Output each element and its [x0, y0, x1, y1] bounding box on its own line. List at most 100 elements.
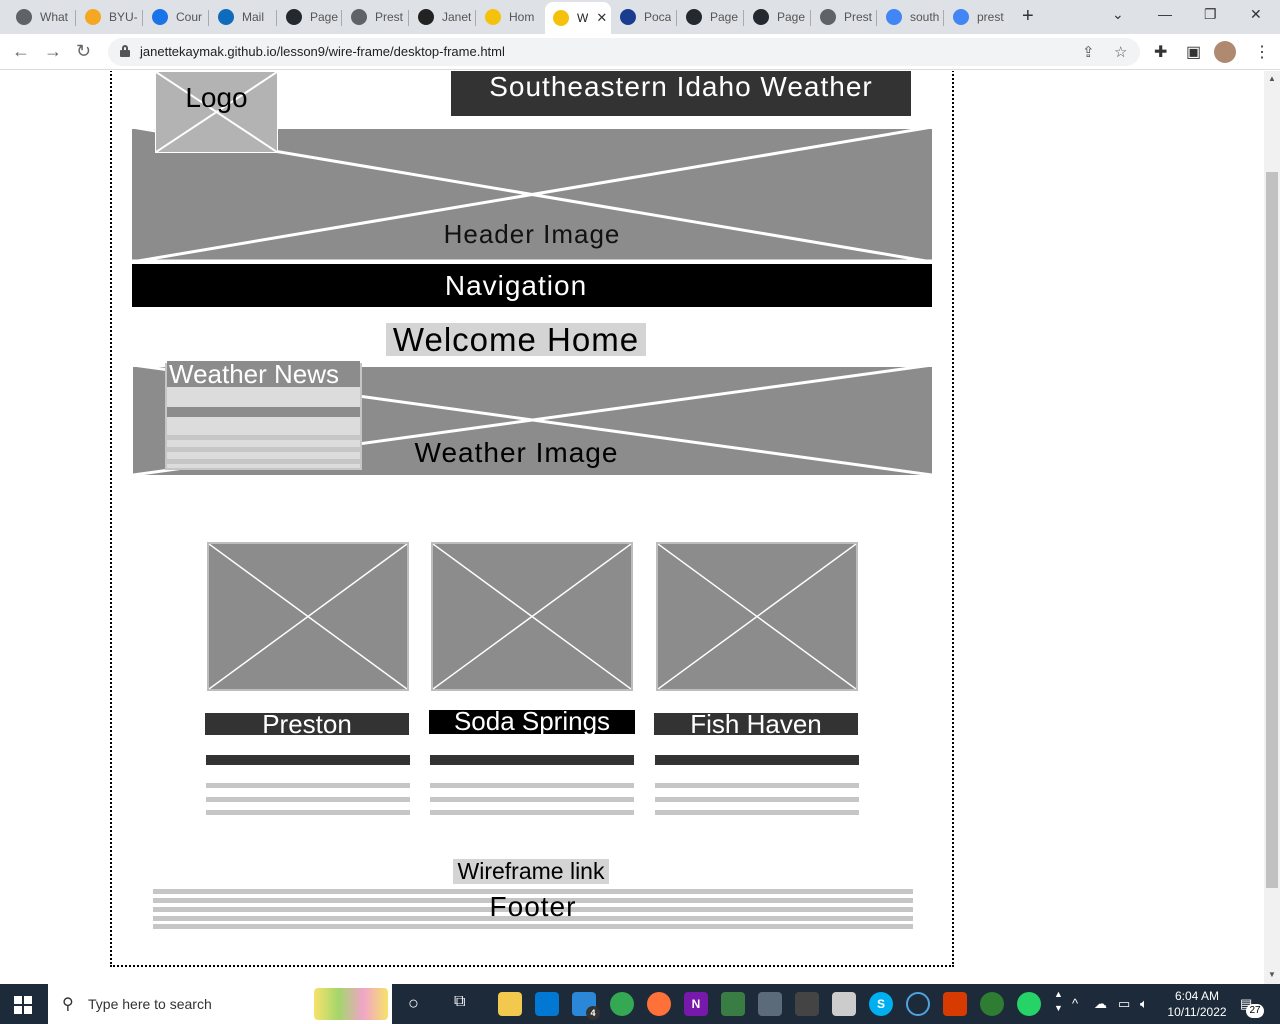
scroll-up-arrow-icon[interactable]: ▲ — [1268, 74, 1276, 83]
tab-separator — [475, 10, 476, 26]
file-explorer-icon[interactable] — [498, 992, 522, 1016]
byu-icon — [85, 9, 101, 25]
browser-tab[interactable]: prest — [945, 4, 1011, 30]
page-viewport: Header Image Logo Southeastern Idaho Wea… — [0, 71, 1264, 984]
town-image-placeholder — [207, 542, 409, 691]
weather-icon — [485, 9, 501, 25]
browser-tab[interactable]: BYU- — [77, 4, 143, 30]
tab-separator — [876, 10, 877, 26]
google-icon — [953, 9, 969, 25]
text-placeholder-line — [655, 810, 859, 815]
browser-tab[interactable]: Prest — [812, 4, 878, 30]
text-placeholder-line — [206, 797, 410, 802]
task-view-icon[interactable]: ⧉ — [454, 993, 465, 1011]
chrome-icon — [16, 9, 32, 25]
new-tab-button[interactable]: + — [1022, 6, 1034, 26]
tab-separator — [75, 10, 76, 26]
browser-tab[interactable]: W ✕ — [545, 2, 611, 34]
search-highlight-image — [314, 988, 388, 1020]
office-icon[interactable] — [943, 992, 967, 1016]
tab-separator — [810, 10, 811, 26]
onedrive-icon[interactable]: ☁ — [1094, 996, 1107, 1012]
tab-separator — [208, 10, 209, 26]
browser-tab[interactable]: What — [8, 4, 74, 30]
welcome-heading-box: Welcome Home — [386, 321, 646, 358]
extensions-icon[interactable]: ✚ — [1154, 42, 1167, 62]
mail-icon[interactable]: 4 — [572, 992, 600, 1020]
address-bar[interactable]: janettekaymak.github.io/lesson9/wire-fra… — [108, 38, 1140, 66]
browser-tab-label: Page — [310, 10, 339, 24]
browser-tab[interactable]: south — [878, 4, 944, 30]
town-title: Fish Haven — [690, 709, 822, 739]
minimize-button[interactable]: — — [1158, 6, 1172, 22]
wireframe-link-label[interactable]: Wireframe link — [453, 858, 609, 885]
scrollbar-thumb[interactable] — [1266, 172, 1278, 888]
show-hidden-icons-icon[interactable]: ^ — [1072, 996, 1078, 1011]
town-title: Preston — [262, 709, 352, 739]
volume-icon[interactable]: 🔈︎ — [1140, 996, 1148, 1012]
page-scrollbar[interactable]: ▲ ▼ — [1264, 71, 1280, 984]
spreadsheet-icon[interactable] — [721, 992, 745, 1016]
back-button[interactable]: ← — [12, 41, 30, 61]
browser-tab[interactable]: Cour — [144, 4, 210, 30]
globe-icon — [351, 9, 367, 25]
whatsapp-icon[interactable] — [1017, 992, 1041, 1016]
browser-tab[interactable]: Page — [678, 4, 744, 30]
navigation-bar[interactable]: Navigation — [132, 264, 932, 307]
url-text[interactable]: janettekaymak.github.io/lesson9/wire-fra… — [140, 44, 505, 59]
tab-search-chevron-icon[interactable]: ⌄ — [1112, 6, 1124, 23]
skype-icon[interactable]: S — [869, 992, 893, 1016]
browser-tab-label: Prest — [844, 10, 873, 24]
paint-icon[interactable] — [832, 992, 856, 1016]
browser-tab-label: Prest — [375, 10, 404, 24]
browser-tab[interactable]: Janet — [410, 4, 476, 30]
taskbar-search[interactable]: ⚲ Type here to search — [48, 984, 392, 1024]
wireframe-link[interactable]: Wireframe link — [453, 858, 609, 885]
reload-button[interactable]: ↻ — [76, 41, 91, 61]
close-window-button[interactable]: ✕ — [1250, 6, 1262, 23]
bookmark-star-icon[interactable]: ☆ — [1114, 43, 1127, 61]
text-placeholder-line — [167, 447, 360, 452]
clock-date: 10/11/2022 — [1167, 1005, 1227, 1019]
taskbar-clock[interactable]: 6:04 AM 10/11/2022 — [1160, 988, 1234, 1020]
browser-tab[interactable]: Page — [745, 4, 811, 30]
town-title: Soda Springs — [453, 706, 611, 736]
onenote-icon[interactable]: N — [684, 992, 708, 1016]
phone-icon[interactable] — [795, 992, 819, 1016]
text-placeholder-bar — [655, 755, 859, 765]
browser-tab[interactable]: Mail — [210, 4, 276, 30]
share-icon[interactable]: ⇪ — [1082, 43, 1095, 61]
taskbar-scroll-icon[interactable]: ▲ ▼ — [1054, 987, 1063, 1015]
browser-tab[interactable]: Prest — [343, 4, 409, 30]
profile-avatar[interactable] — [1214, 41, 1236, 63]
chrome-icon[interactable] — [610, 992, 634, 1016]
browser-tab[interactable]: Poca — [612, 4, 678, 30]
side-panel-icon[interactable]: ▣ — [1186, 42, 1201, 62]
close-tab-icon[interactable]: ✕ — [596, 10, 607, 26]
placeholder-cross-icon — [433, 544, 631, 689]
forward-button[interactable]: → — [44, 41, 62, 61]
tab-separator — [743, 10, 744, 26]
network-icon[interactable]: ▭ — [1118, 996, 1130, 1012]
browser-tab[interactable]: Page — [278, 4, 344, 30]
placeholder-cross-icon — [658, 544, 856, 689]
calculator-icon[interactable] — [758, 992, 782, 1016]
store-icon[interactable] — [535, 992, 559, 1016]
browser-tab-label: Janet — [442, 10, 472, 24]
mail-badge: 4 — [586, 1006, 600, 1020]
timer-icon[interactable] — [980, 992, 1004, 1016]
weather-news-heading: Weather News — [169, 359, 340, 389]
cortana-icon[interactable]: ○ — [408, 993, 419, 1014]
text-placeholder-line — [430, 797, 634, 802]
start-button[interactable] — [14, 996, 32, 1014]
text-placeholder-line — [655, 783, 859, 788]
menu-kebab-icon[interactable]: ⋮ — [1254, 42, 1270, 62]
restore-button[interactable]: ❐ — [1204, 6, 1217, 23]
header-image-label: Header Image — [443, 219, 621, 249]
cortana-ring-icon[interactable] — [906, 992, 930, 1016]
browser-tab[interactable]: Hom — [477, 4, 543, 30]
taskbar-search-placeholder[interactable]: Type here to search — [88, 996, 212, 1012]
scroll-down-arrow-icon[interactable]: ▼ — [1268, 970, 1276, 979]
firefox-icon[interactable] — [647, 992, 671, 1016]
github-icon — [753, 9, 769, 25]
